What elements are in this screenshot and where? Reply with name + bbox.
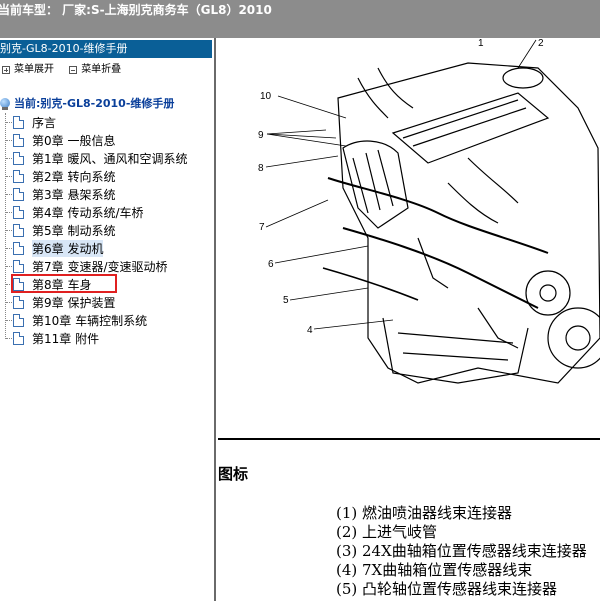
document-icon [13, 295, 24, 309]
tree-item-chapter-1[interactable]: 第1章 暖风、通风和空调系统 [6, 149, 187, 167]
tree-connector [6, 337, 12, 339]
tree-connector [6, 229, 12, 231]
tree-root-label: 当前:别克-GL8-2010-维修手册 [14, 97, 175, 110]
tree-root[interactable]: 当前:别克-GL8-2010-维修手册 [0, 95, 174, 111]
document-icon [13, 331, 24, 345]
tree-connector [6, 175, 12, 177]
engine-outline [337, 62, 600, 384]
tree-item-label: 第6章 发动机 [32, 239, 104, 257]
tree-item-label: 第10章 车辆控制系统 [32, 313, 148, 328]
document-icon [13, 259, 24, 273]
tree-connector [6, 265, 12, 267]
tree-item-chapter-11[interactable]: 第11章 附件 [6, 329, 99, 347]
callout-8: 8 [258, 163, 264, 174]
tree-item-label: 第1章 暖风、通风和空调系统 [32, 151, 188, 166]
callout-5: 5 [283, 295, 289, 306]
document-icon [13, 241, 24, 255]
tree-item-label: 第7章 变速器/变速驱动桥 [32, 259, 168, 274]
callout-10: 10 [260, 91, 272, 102]
callout-1: 1 [478, 38, 484, 49]
expand-label: 菜单展开 [14, 64, 54, 75]
tree-item-chapter-10[interactable]: 第10章 车辆控制系统 [6, 311, 147, 329]
callout-4: 4 [307, 325, 313, 336]
tree-connector [6, 247, 12, 249]
tree-item-label: 第4章 传动系统/车桥 [32, 205, 144, 220]
document-icon [13, 187, 24, 201]
legend-list: (1) 燃油喷油器线束连接器 (2) 上进气岐管 (3) 24X曲轴箱位置传感器… [336, 504, 587, 599]
tree-item-label: 第9章 保护装置 [32, 295, 116, 310]
legend-title: 图标 [218, 465, 249, 483]
tree-item-chapter-5[interactable]: 第5章 制动系统 [6, 221, 115, 239]
tree-item-chapter-7[interactable]: 第7章 变速器/变速驱动桥 [6, 257, 168, 275]
legend-item: (5) 凸轮轴位置传感器线束连接器 [336, 580, 558, 598]
vehicle-title: 当前车型： 厂家:S-上海别克商务车（GL8）2010 [0, 3, 272, 17]
oil-cap [502, 67, 544, 89]
tree-item-label: 第11章 附件 [32, 331, 100, 346]
document-icon [13, 205, 24, 219]
tree-connector [6, 121, 12, 123]
legend-item: (4) 7X曲轴箱位置传感器线束 [336, 561, 533, 579]
tree-item-label: 第5章 制动系统 [32, 223, 116, 238]
sidebar-controls: 菜单展开 菜单折叠 [0, 62, 131, 78]
sidebar-header: 别克-GL8-2010-维修手册 [0, 40, 212, 58]
callout-9: 9 [258, 130, 264, 141]
tree-connector [6, 157, 12, 159]
collapse-menu-button[interactable]: 菜单折叠 [67, 62, 121, 78]
pulley [525, 270, 571, 316]
document-icon [13, 115, 24, 129]
sidebar: 别克-GL8-2010-维修手册 菜单展开 菜单折叠 当前:别克-GL8-201… [0, 38, 216, 601]
tree-item-chapter-6[interactable]: 第6章 发动机 [6, 239, 104, 257]
legend-item: (1) 燃油喷油器线束连接器 [336, 504, 513, 522]
tree-connector [6, 211, 12, 213]
tree-item-label: 第0章 一般信息 [32, 133, 116, 148]
tree-item-chapter-3[interactable]: 第3章 悬架系统 [6, 185, 115, 203]
tree-item-chapter-9[interactable]: 第9章 保护装置 [6, 293, 115, 311]
document-icon [13, 151, 24, 165]
legend-item: (3) 24X曲轴箱位置传感器线束连接器 [336, 542, 587, 560]
legend-item: (2) 上进气岐管 [336, 523, 438, 541]
expand-icon [2, 66, 10, 74]
engine-diagram: 10 9 8 7 6 5 4 2 1 [218, 38, 600, 440]
expand-menu-button[interactable]: 菜单展开 [0, 62, 54, 78]
document-icon [13, 169, 24, 183]
document-icon [13, 133, 24, 147]
intake-cover [391, 92, 550, 164]
globe-icon [0, 98, 10, 110]
tree-item-chapter-2[interactable]: 第2章 转向系统 [6, 167, 115, 185]
tree-connector [6, 301, 12, 303]
callout-6: 6 [268, 259, 274, 270]
tree-item-label: 第2章 转向系统 [32, 169, 116, 184]
tree-item-label: 序言 [32, 115, 57, 130]
document-icon [13, 223, 24, 237]
tree-item-chapter-0[interactable]: 第0章 一般信息 [6, 131, 115, 149]
collapse-label: 菜单折叠 [81, 64, 122, 75]
tree-item-preface[interactable]: 序言 [6, 113, 56, 131]
tree-connector [6, 193, 12, 195]
tree-connector [6, 139, 12, 141]
callout-7: 7 [259, 222, 265, 233]
tree-item-chapter-4[interactable]: 第4章 传动系统/车桥 [6, 203, 144, 221]
top-bar: 当前车型： 厂家:S-上海别克商务车（GL8）2010 [0, 0, 600, 38]
content-pane: 10 9 8 7 6 5 4 2 1 图标 (1) 燃油喷油器线束连接器 (2)… [218, 38, 600, 601]
document-icon [13, 313, 24, 327]
engine-illustration: 10 9 8 7 6 5 4 2 1 [258, 38, 600, 384]
selection-highlight [11, 274, 117, 293]
tree-item-label: 第3章 悬架系统 [32, 187, 116, 202]
collapse-icon [69, 66, 78, 74]
tree-connector [6, 319, 12, 321]
crank-pulley [547, 307, 600, 369]
callout-2: 2 [538, 38, 544, 49]
